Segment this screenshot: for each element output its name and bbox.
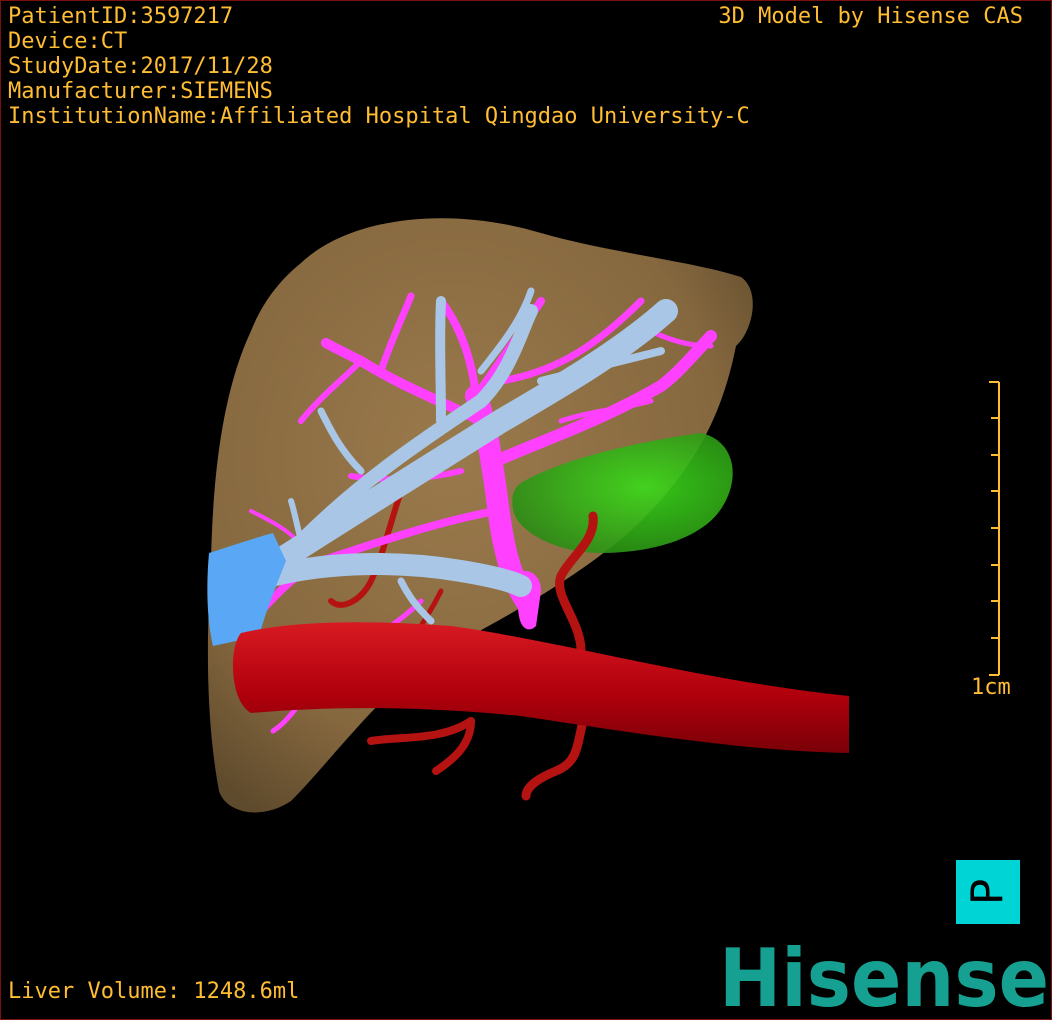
hisense-logo-text: Hisense	[719, 936, 1049, 1016]
institution-name: InstitutionName:Affiliated Hospital Qing…	[8, 104, 750, 129]
liver-3d-model[interactable]	[1, 1, 1051, 1019]
3d-viewport[interactable]: PatientID:3597217 Device:CT StudyDate:20…	[0, 0, 1052, 1020]
orientation-cube[interactable]: P	[956, 860, 1020, 924]
liver-volume: Liver Volume: 1248.6ml	[8, 979, 300, 1004]
hisense-logo: Hisense	[719, 936, 1049, 1016]
scale-bar-label: 1cm	[971, 675, 1011, 700]
study-date: StudyDate:2017/11/28	[8, 54, 273, 79]
manufacturer: Manufacturer:SIEMENS	[8, 79, 273, 104]
scale-bar	[989, 381, 1000, 676]
model-credit: 3D Model by Hisense CAS	[718, 4, 1023, 29]
dicom-info-overlay: PatientID:3597217 Device:CT StudyDate:20…	[8, 4, 750, 129]
patient-id: PatientID:3597217	[8, 4, 234, 29]
orientation-label: P	[963, 879, 1014, 906]
orientation-cube-face: P	[963, 879, 1014, 906]
device: Device:CT	[8, 29, 128, 54]
